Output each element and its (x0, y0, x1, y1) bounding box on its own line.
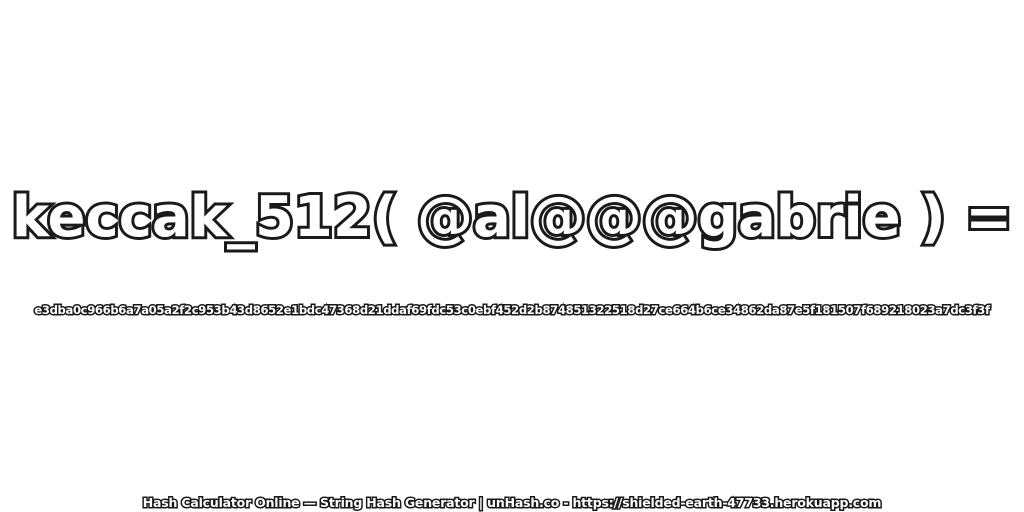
site-footer-credit: Hash Calculator Online — String Hash Gen… (141, 494, 883, 512)
hash-result-value: e3dba0c966b6a7a05a2f2c953b43d8652e1bdc47… (33, 302, 992, 319)
hash-expression-title: keccak_512( @al@@@gabrie ) = (9, 182, 1015, 253)
